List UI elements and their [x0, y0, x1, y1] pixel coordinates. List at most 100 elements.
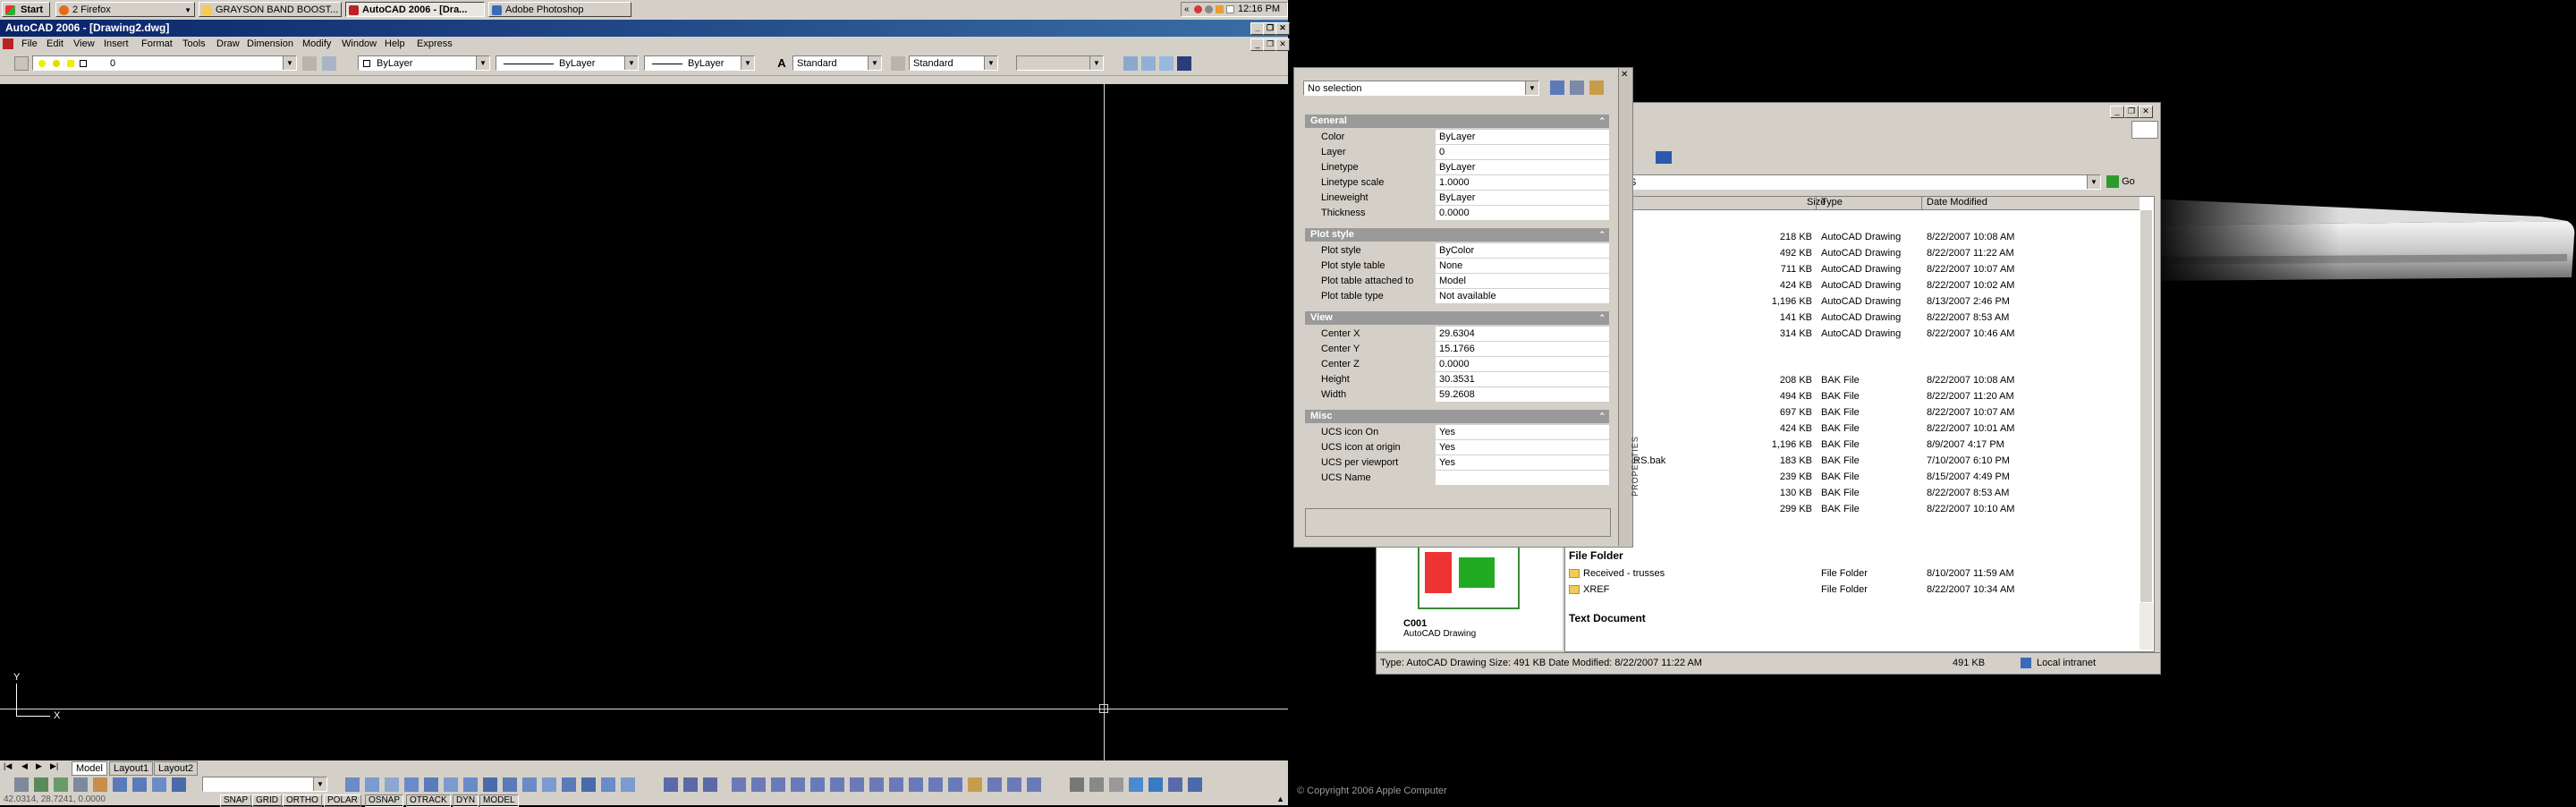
property-value[interactable]: 30.3531: [1436, 372, 1609, 387]
plot-style-dropdown[interactable]: ▼: [1016, 55, 1104, 71]
explorer-maximize-button[interactable]: ❐: [2124, 106, 2139, 118]
tool-icon[interactable]: [1148, 777, 1163, 792]
tool-icon[interactable]: [444, 777, 458, 792]
start-button[interactable]: Start: [2, 2, 50, 17]
tool-icon[interactable]: [424, 777, 438, 792]
menu-edit[interactable]: Edit: [47, 38, 64, 49]
taskbar-button-firefox[interactable]: 2 Firefox ▼: [55, 2, 195, 17]
layer-manager-icon[interactable]: [14, 56, 29, 71]
taskbar-button-autocad[interactable]: AutoCAD 2006 - [Dra...: [345, 2, 485, 17]
zoom-realtime-icon[interactable]: [1141, 56, 1156, 71]
tool-icon[interactable]: [562, 777, 576, 792]
tool-icon[interactable]: [791, 777, 805, 792]
menu-file[interactable]: File: [21, 38, 38, 49]
tool-icon[interactable]: [987, 777, 1002, 792]
tab-first-icon[interactable]: |◀: [4, 761, 12, 771]
property-row[interactable]: Plot table type Not available: [1305, 289, 1609, 304]
tab-prev-icon[interactable]: ◀: [21, 761, 28, 771]
tool-icon[interactable]: [948, 777, 962, 792]
property-row[interactable]: Layer 0: [1305, 145, 1609, 160]
make-layer-current-icon[interactable]: [302, 56, 317, 71]
close-icon[interactable]: ✕: [1621, 70, 1628, 80]
tool-icon[interactable]: [542, 777, 556, 792]
tool-icon[interactable]: [132, 777, 147, 792]
text-style-dropdown[interactable]: Standard ▼: [792, 55, 882, 71]
pan-icon[interactable]: [1123, 56, 1138, 71]
go-button[interactable]: Go: [2106, 174, 2148, 190]
property-value[interactable]: 1.0000: [1436, 175, 1609, 191]
tool-icon[interactable]: [404, 777, 419, 792]
menu-format[interactable]: Format: [141, 38, 173, 49]
tool-icon[interactable]: [664, 777, 678, 792]
tool-icon[interactable]: [1089, 777, 1104, 792]
tool-icon[interactable]: [1070, 777, 1084, 792]
drawing-area[interactable]: Y X: [0, 84, 1288, 760]
property-value[interactable]: Yes: [1436, 440, 1609, 455]
tool-icon[interactable]: [503, 777, 517, 792]
property-value[interactable]: Yes: [1436, 425, 1609, 440]
tool-icon[interactable]: [601, 777, 615, 792]
tool-icon[interactable]: [113, 777, 127, 792]
tool-icon[interactable]: [385, 777, 399, 792]
tab-layout1[interactable]: Layout1: [109, 761, 154, 776]
property-value[interactable]: 0: [1436, 145, 1609, 160]
tool-icon[interactable]: [14, 777, 29, 792]
menu-dimension[interactable]: Dimension: [247, 38, 293, 49]
toggle-pickadd-icon[interactable]: [1550, 81, 1564, 95]
explorer-close-button[interactable]: ✕: [2139, 106, 2153, 118]
tool-icon[interactable]: [830, 777, 844, 792]
tool-icon[interactable]: [345, 777, 360, 792]
autocad-app-icon[interactable]: [3, 38, 13, 49]
collapse-icon[interactable]: ⌃: [1598, 228, 1606, 242]
section-header-misc[interactable]: Misc ⌃: [1305, 410, 1609, 423]
collapse-icon[interactable]: ⌃: [1598, 115, 1606, 128]
tab-layout2[interactable]: Layout2: [154, 761, 199, 776]
tool-icon[interactable]: [810, 777, 825, 792]
tab-last-icon[interactable]: ▶|: [50, 761, 58, 771]
property-row[interactable]: Plot style ByColor: [1305, 243, 1609, 259]
vertical-scrollbar[interactable]: [2140, 209, 2153, 650]
tool-icon[interactable]: [869, 777, 884, 792]
tool-icon[interactable]: [928, 777, 943, 792]
property-row[interactable]: Plot table attached to Model: [1305, 274, 1609, 289]
layer-previous-icon[interactable]: [322, 56, 336, 71]
tool-icon[interactable]: [1188, 777, 1202, 792]
taskbar-button-photoshop[interactable]: Adobe Photoshop: [488, 2, 631, 17]
tray-app-icon[interactable]: [1226, 5, 1234, 13]
property-value[interactable]: [1436, 471, 1609, 486]
tool-icon[interactable]: [365, 777, 379, 792]
property-row[interactable]: Linetype scale 1.0000: [1305, 175, 1609, 191]
notification-icon[interactable]: [1216, 5, 1224, 13]
property-row[interactable]: Center X 29.6304: [1305, 327, 1609, 342]
drawing-thumbnail[interactable]: [1418, 543, 1520, 609]
property-value[interactable]: ByLayer: [1436, 130, 1609, 145]
menu-express[interactable]: Express: [417, 38, 453, 49]
tool-icon[interactable]: [581, 777, 596, 792]
tool-icon[interactable]: [771, 777, 785, 792]
color-dropdown[interactable]: ByLayer ▼: [358, 55, 490, 71]
tool-icon[interactable]: [483, 777, 497, 792]
property-row[interactable]: UCS Name: [1305, 471, 1609, 486]
tool-icon[interactable]: [889, 777, 903, 792]
property-row[interactable]: UCS icon On Yes: [1305, 425, 1609, 440]
property-value[interactable]: None: [1436, 259, 1609, 274]
lineweight-dropdown[interactable]: ByLayer ▼: [644, 55, 755, 71]
linetype-dropdown[interactable]: ByLayer ▼: [496, 55, 639, 71]
property-row[interactable]: Color ByLayer: [1305, 130, 1609, 145]
tool-icon[interactable]: [93, 777, 107, 792]
property-value[interactable]: ByLayer: [1436, 160, 1609, 175]
tool-icon[interactable]: [751, 777, 766, 792]
property-row[interactable]: Width 59.2608: [1305, 387, 1609, 403]
property-value[interactable]: 0.0000: [1436, 206, 1609, 221]
property-row[interactable]: Center Z 0.0000: [1305, 357, 1609, 372]
property-value[interactable]: 15.1766: [1436, 342, 1609, 357]
tool-icon[interactable]: [522, 777, 537, 792]
section-header-plot-style[interactable]: Plot style ⌃: [1305, 228, 1609, 242]
select-objects-icon[interactable]: [1570, 81, 1584, 95]
zoom-previous-icon[interactable]: [1177, 56, 1191, 71]
menu-modify[interactable]: Modify: [302, 38, 331, 49]
tool-icon[interactable]: [703, 777, 717, 792]
dim-style-dropdown[interactable]: Standard ▼: [909, 55, 998, 71]
palette-side-bar[interactable]: ✕ PROPERTIES: [1618, 68, 1640, 546]
tool-icon[interactable]: [850, 777, 864, 792]
